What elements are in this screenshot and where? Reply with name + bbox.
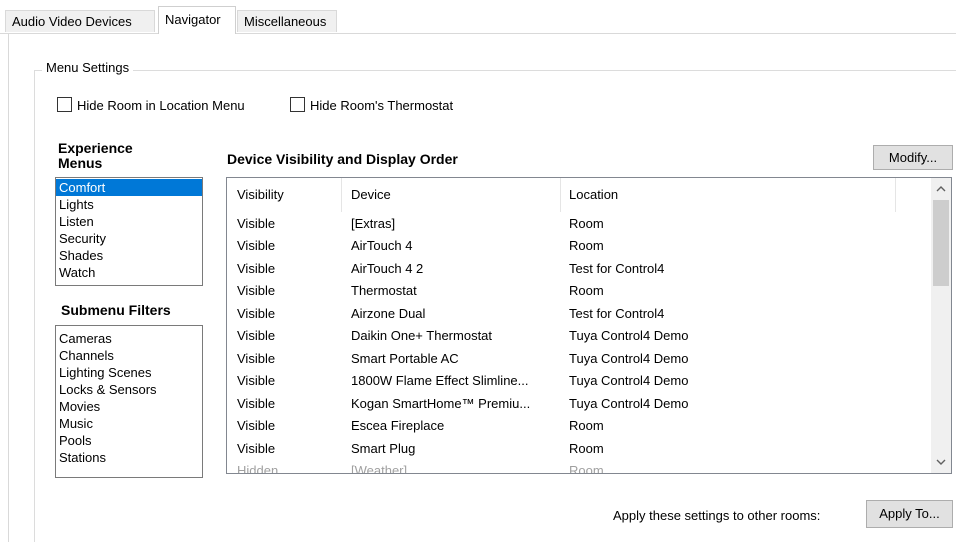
list-item[interactable]: Watch xyxy=(56,264,202,281)
hide-thermostat-checkbox[interactable]: Hide Room's Thermostat xyxy=(290,97,453,113)
cell-device: Smart Portable AC xyxy=(351,351,459,366)
cell-device: Airzone Dual xyxy=(351,306,426,321)
list-item[interactable]: Cameras xyxy=(56,330,202,347)
cell-device: [Weather] xyxy=(351,463,408,474)
tab-strip: Audio Video Devices Navigator Miscellane… xyxy=(0,0,956,34)
table-row[interactable]: Visible [Extras] Room xyxy=(227,213,927,235)
hide-thermostat-checkbox-box[interactable] xyxy=(290,97,305,112)
table-row[interactable]: Visible Thermostat Room xyxy=(227,280,927,302)
device-visibility-heading: Device Visibility and Display Order xyxy=(227,151,458,167)
tab-navigator[interactable]: Navigator xyxy=(158,6,236,34)
cell-location: Room xyxy=(569,441,604,456)
chevron-up-icon[interactable] xyxy=(931,180,951,200)
table-row[interactable]: Visible Airzone Dual Test for Control4 xyxy=(227,303,927,325)
column-divider[interactable] xyxy=(895,178,896,212)
list-item[interactable]: Lighting Scenes xyxy=(56,364,202,381)
table-row[interactable]: Visible Escea Fireplace Room xyxy=(227,415,927,437)
cell-location: Room xyxy=(569,238,604,253)
table-row[interactable]: Hidden [Weather] Room xyxy=(227,460,927,474)
hide-room-label: Hide Room in Location Menu xyxy=(77,98,245,113)
table-row[interactable]: Visible Smart Plug Room xyxy=(227,438,927,460)
list-item[interactable]: Locks & Sensors xyxy=(56,381,202,398)
menu-settings-title: Menu Settings xyxy=(42,60,134,75)
hide-thermostat-label: Hide Room's Thermostat xyxy=(310,98,454,113)
cell-location: Test for Control4 xyxy=(569,261,665,276)
hide-room-checkbox-box[interactable] xyxy=(57,97,72,112)
cell-location: Tuya Control4 Demo xyxy=(569,396,689,411)
cell-location: Tuya Control4 Demo xyxy=(569,328,689,343)
cell-visibility: Visible xyxy=(237,396,276,411)
hide-room-checkbox[interactable]: Hide Room in Location Menu xyxy=(57,97,245,113)
panel-border xyxy=(8,33,9,542)
cell-visibility: Visible xyxy=(237,418,276,433)
table-row[interactable]: Visible Daikin One+ Thermostat Tuya Cont… xyxy=(227,325,927,347)
cell-visibility: Hidden xyxy=(237,463,279,474)
cell-visibility: Visible xyxy=(237,283,276,298)
apply-to-button[interactable]: Apply To... xyxy=(866,500,953,528)
experience-heading-line1: Experience xyxy=(58,140,133,156)
cell-device: Thermostat xyxy=(351,283,417,298)
cell-device: 1800W Flame Effect Slimline... xyxy=(351,373,529,388)
experience-menus-heading: Experience Menus xyxy=(58,141,133,171)
cell-location: Tuya Control4 Demo xyxy=(569,351,689,366)
list-item[interactable]: Stations xyxy=(56,449,202,466)
table-row[interactable]: Visible AirTouch 4 2 Test for Control4 xyxy=(227,258,927,280)
cell-device: Smart Plug xyxy=(351,441,416,456)
list-item[interactable]: Comfort xyxy=(56,179,202,196)
list-item[interactable]: Lights xyxy=(56,196,202,213)
table-row[interactable]: Visible AirTouch 4 Room xyxy=(227,235,927,257)
cell-visibility: Visible xyxy=(237,261,276,276)
apply-settings-label: Apply these settings to other rooms: xyxy=(613,508,821,523)
cell-location: Room xyxy=(569,283,604,298)
list-item[interactable]: Listen xyxy=(56,213,202,230)
list-item[interactable]: Security xyxy=(56,230,202,247)
list-item[interactable]: Shades xyxy=(56,247,202,264)
cell-device: Daikin One+ Thermostat xyxy=(351,328,493,343)
cell-visibility: Visible xyxy=(237,351,276,366)
cell-device: Kogan SmartHome™ Premiu... xyxy=(351,396,531,411)
list-item[interactable]: Pools xyxy=(56,432,202,449)
experience-heading-line2: Menus xyxy=(58,155,103,171)
list-item[interactable]: Movies xyxy=(56,398,202,415)
column-header-device[interactable]: Device xyxy=(342,178,560,212)
list-item[interactable]: Channels xyxy=(56,347,202,364)
modify-button[interactable]: Modify... xyxy=(873,145,953,170)
tab-audio-video-devices[interactable]: Audio Video Devices xyxy=(5,10,155,32)
cell-device: Escea Fireplace xyxy=(351,418,445,433)
cell-device: AirTouch 4 2 xyxy=(351,261,424,276)
table-header: Visibility Device Location xyxy=(227,178,927,212)
cell-location: Room xyxy=(569,418,604,433)
cell-location: Tuya Control4 Demo xyxy=(569,373,689,388)
scrollbar-thumb[interactable] xyxy=(933,200,949,286)
column-header-visibility[interactable]: Visibility xyxy=(227,178,341,212)
cell-location: Room xyxy=(569,463,604,474)
cell-device: AirTouch 4 xyxy=(351,238,413,253)
column-header-location[interactable]: Location xyxy=(561,178,895,212)
cell-visibility: Visible xyxy=(237,216,276,231)
table-scrollbar[interactable] xyxy=(931,178,951,473)
cell-visibility: Visible xyxy=(237,328,276,343)
table-row[interactable]: Visible Kogan SmartHome™ Premiu... Tuya … xyxy=(227,393,927,415)
experience-menus-list[interactable]: Comfort Lights Listen Security Shades Wa… xyxy=(55,177,203,286)
cell-device: [Extras] xyxy=(351,216,396,231)
tab-miscellaneous[interactable]: Miscellaneous xyxy=(237,10,337,32)
submenu-filters-heading: Submenu Filters xyxy=(61,302,171,318)
submenu-filters-list[interactable]: Cameras Channels Lighting Scenes Locks &… xyxy=(55,325,203,478)
cell-visibility: Visible xyxy=(237,238,276,253)
tab-divider xyxy=(0,33,956,34)
table-row[interactable]: Visible 1800W Flame Effect Slimline... T… xyxy=(227,370,927,392)
cell-visibility: Visible xyxy=(237,441,276,456)
cell-visibility: Visible xyxy=(237,373,276,388)
list-item[interactable]: Music xyxy=(56,415,202,432)
cell-visibility: Visible xyxy=(237,306,276,321)
device-table[interactable]: Visibility Device Location Visible [Extr… xyxy=(226,177,952,474)
chevron-down-icon[interactable] xyxy=(931,453,951,473)
cell-location: Room xyxy=(569,216,604,231)
cell-location: Test for Control4 xyxy=(569,306,665,321)
table-row[interactable]: Visible Smart Portable AC Tuya Control4 … xyxy=(227,348,927,370)
